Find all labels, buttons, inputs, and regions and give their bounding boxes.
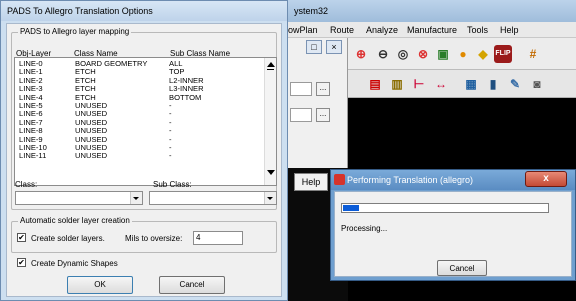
subclass-label: Sub Class: <box>153 180 192 189</box>
row-class-name: UNUSED <box>75 126 108 136</box>
zoom-in-icon[interactable]: ⊕ <box>352 45 370 63</box>
row-obj-layer: LINE-8 <box>19 126 43 136</box>
pads-dialog-title-bar[interactable]: PADS To Allegro Translation Options <box>1 1 287 21</box>
subclass-dropdown-icon[interactable] <box>264 192 276 204</box>
table-row[interactable]: LINE-0 BOARD GEOMETRY ALL <box>15 60 263 68</box>
create-solder-checkbox[interactable]: ✔ <box>17 233 26 242</box>
class-label: Class: <box>15 180 38 189</box>
menu-manufacture[interactable]: Manufacture <box>407 25 457 35</box>
zoom-out-icon[interactable]: ⊖ <box>374 45 392 63</box>
allegro-title-bar: ystem32 <box>286 0 576 22</box>
menu-route[interactable]: Route <box>330 25 354 35</box>
table-row[interactable]: LINE-10 UNUSED - <box>15 144 263 152</box>
scroll-up-bar <box>267 69 274 70</box>
redraw-icon[interactable]: ● <box>454 45 472 63</box>
ok-button[interactable]: OK <box>67 276 133 294</box>
flip-icon[interactable]: FLIP <box>494 45 512 63</box>
app-icon <box>334 174 345 185</box>
allegro-menu-bar: owPlan Route Analyze Manufacture Tools H… <box>286 22 576 38</box>
row-subclass-name: - <box>169 151 172 161</box>
restore-icon[interactable]: □ <box>306 40 322 54</box>
desktop: ystem32 owPlan Route Analyze Manufacture… <box>0 0 576 301</box>
row-subclass-name: - <box>169 126 172 136</box>
progress-dialog-body: Processing... Cancel <box>334 191 572 277</box>
close-button[interactable]: x <box>525 171 567 187</box>
row-subclass-name: L3-INNER <box>169 84 204 94</box>
progress-cancel-button[interactable]: Cancel <box>437 260 487 276</box>
pads-options-dialog: PADS To Allegro Translation Options PADS… <box>0 0 288 301</box>
options-panel: ... ... Help <box>286 38 348 191</box>
camera-icon[interactable]: ◙ <box>528 75 546 93</box>
reports-icon[interactable]: ▦ <box>462 75 480 93</box>
pads-dialog-title: PADS To Allegro Translation Options <box>7 6 153 16</box>
mils-oversize-label: Mils to oversize: <box>125 234 183 243</box>
book-icon[interactable]: ▮ <box>484 75 502 93</box>
table-row[interactable]: LINE-4 ETCH BOTTOM <box>15 92 263 102</box>
cancel-button[interactable]: Cancel <box>159 276 225 294</box>
table-row[interactable]: LINE-11 UNUSED - <box>15 152 263 160</box>
class-dropdown-icon[interactable] <box>130 192 142 204</box>
layer-mapping-group-label: PADS to Allegro layer mapping <box>18 27 132 36</box>
translation-progress-bar <box>341 203 549 213</box>
close-icon[interactable]: × <box>326 40 342 54</box>
mapping-scrollbar[interactable] <box>264 58 276 185</box>
pads-dialog-body: PADS to Allegro layer mapping Obj-Layer … <box>6 23 282 297</box>
option-field[interactable] <box>290 82 312 96</box>
table-row[interactable]: LINE-6 UNUSED - <box>15 110 263 118</box>
browse-button[interactable]: ... <box>316 82 330 96</box>
table-row[interactable]: LINE-3 ETCH L3-INNER <box>15 85 263 93</box>
zoom-world-icon[interactable]: ◎ <box>394 45 412 63</box>
measure-icon[interactable]: ↔ <box>432 75 450 93</box>
allegro-title: ystem32 <box>294 6 329 16</box>
layer-icon[interactable]: ▥ <box>388 75 406 93</box>
scroll-down-icon[interactable] <box>267 170 275 175</box>
window-controls: □ × <box>306 40 346 56</box>
scroll-up-icon[interactable] <box>267 62 275 67</box>
class-select[interactable] <box>15 191 143 205</box>
row-obj-layer: LINE-3 <box>19 84 43 94</box>
dimension-icon[interactable]: ⊢ <box>410 75 428 93</box>
translation-progress-dialog: Performing Translation (allegro) x Proce… <box>330 169 576 281</box>
help-button[interactable]: Help <box>294 173 328 191</box>
menu-help[interactable]: Help <box>500 25 519 35</box>
row-subclass-name: BOTTOM <box>169 92 202 102</box>
solder-layer-group-label: Automatic solder layer creation <box>18 216 132 225</box>
script-icon[interactable]: ✎ <box>506 75 524 93</box>
create-solder-label: Create solder layers. <box>31 234 105 243</box>
menu-floorplan[interactable]: owPlan <box>288 25 318 35</box>
menu-tools[interactable]: Tools <box>467 25 488 35</box>
mils-oversize-input[interactable]: 4 <box>193 231 243 245</box>
close-icon: x <box>543 173 549 184</box>
grid-icon[interactable]: # <box>524 45 542 63</box>
progress-dialog-title-bar[interactable]: Performing Translation (allegro) x <box>331 170 575 190</box>
layer-mapping-list[interactable]: LINE-0 BOARD GEOMETRY ALL LINE-1 ETCH TOP LINE… <box>14 57 277 186</box>
zoom-fit-icon[interactable]: ⊗ <box>414 45 432 63</box>
progress-fill <box>343 205 359 211</box>
3d-view-icon[interactable]: ◆ <box>474 45 492 63</box>
table-row[interactable]: LINE-8 UNUSED - <box>15 127 263 135</box>
menu-analyze[interactable]: Analyze <box>366 25 398 35</box>
row-class-name: ETCH <box>75 84 96 94</box>
browse-button[interactable]: ... <box>316 108 330 122</box>
row-obj-layer: LINE-11 <box>19 151 47 161</box>
progress-dialog-title: Performing Translation (allegro) <box>347 175 474 185</box>
table-row[interactable]: LINE-7 UNUSED - <box>15 118 263 127</box>
option-field[interactable] <box>290 108 312 122</box>
table-row[interactable]: LINE-9 UNUSED - <box>15 135 263 144</box>
dynamic-shapes-checkbox[interactable]: ✔ <box>17 258 26 267</box>
status-text: Processing... <box>341 224 388 233</box>
dynamic-shapes-label: Create Dynamic Shapes <box>31 259 118 268</box>
color-icon[interactable]: ▤ <box>366 75 384 93</box>
table-row[interactable]: LINE-1 ETCH TOP <box>15 68 263 76</box>
checkmark-icon: ✔ <box>18 233 25 242</box>
row-class-name: UNUSED <box>75 151 108 161</box>
table-row[interactable]: LINE-2 ETCH L2-INNER <box>15 76 263 85</box>
checkmark-icon: ✔ <box>18 258 25 267</box>
subclass-select[interactable] <box>149 191 277 205</box>
table-row[interactable]: LINE-5 UNUSED - <box>15 102 263 110</box>
zoom-previous-icon[interactable]: ▣ <box>434 45 452 63</box>
